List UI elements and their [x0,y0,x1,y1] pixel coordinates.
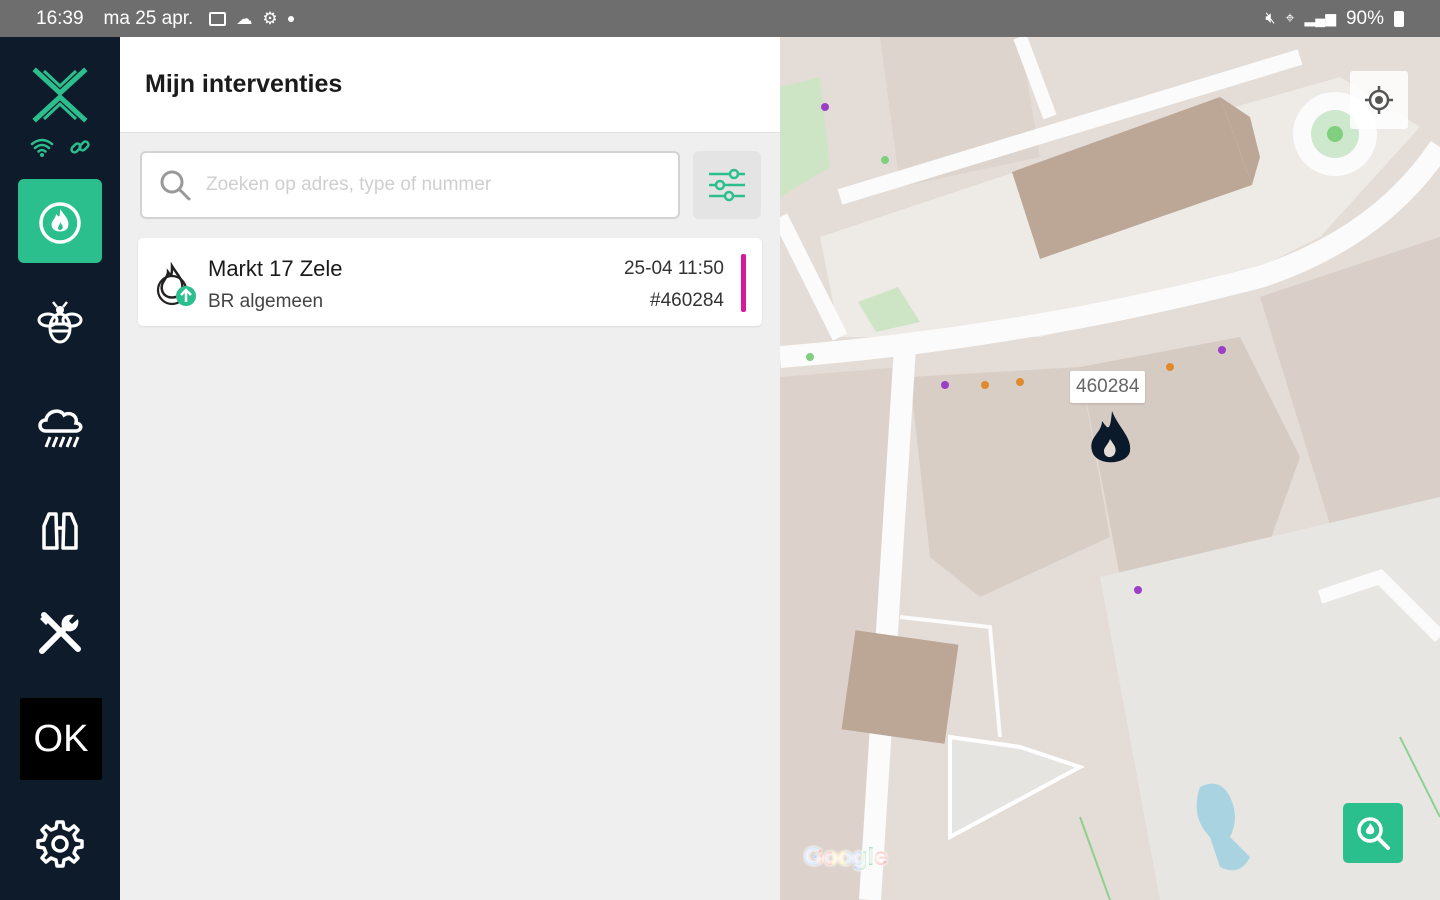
notification-icons: ☁ ⚙ [209,8,294,29]
intervention-type: BR algemeen [208,291,324,312]
fire-incident-icon [156,262,196,306]
binoculars-icon [42,512,78,550]
sidebar-item-bee[interactable] [18,282,102,366]
map-marker-label[interactable]: 460284 [1070,371,1146,403]
sidebar-item-weather[interactable] [18,385,102,469]
intervention-datetime: 25-04 11:50 [623,258,724,279]
cloud-notification-icon: ☁ [236,10,253,28]
intervention-address: Markt 17 Zele [208,256,343,281]
status-bar: 16:39 ma 25 apr. ☁ ⚙ 🔇︎ ⌖ ▂▄▆ 90% [0,0,1440,37]
rain-cloud-icon [38,409,83,448]
more-notifications-icon [287,15,294,22]
wifi-signal-icon: ▂▄▆ [1304,10,1336,26]
intervention-card[interactable]: Markt 17 Zele BR algemeen 25-04 11:50 #4… [138,238,762,326]
mute-icon: 🔇︎ [1265,9,1276,27]
sidebar-item-tools[interactable] [18,591,102,675]
search-row [140,151,762,219]
google-attribution: Google [804,843,888,872]
sidebar-item-settings[interactable] [18,800,102,884]
search-input[interactable] [206,174,666,196]
fire-marker-icon[interactable] [1086,409,1134,471]
intervention-number: #460284 [650,290,724,311]
page-title: Mijn interventies [145,70,343,98]
photo-notification-icon [209,11,227,26]
sidebar: OK [0,37,120,900]
bee-icon [37,301,83,344]
zoom-search-icon [1357,817,1390,850]
location-icon: ⌖ [1285,9,1295,27]
settings-gear-icon [36,820,84,868]
tools-icon [39,612,81,654]
my-location-icon [1365,86,1393,114]
panel-header: Mijn interventies [120,37,780,133]
filter-button[interactable] [693,151,761,219]
sidebar-item-fire[interactable] [18,179,102,263]
fire-icon [39,202,81,244]
my-location-button[interactable] [1350,71,1408,129]
status-date: ma 25 apr. [103,7,194,29]
gear-notification-icon: ⚙ [262,8,278,28]
app-logo-icon [32,67,88,123]
link-connected-icon [70,140,90,154]
ok-button[interactable]: OK [20,698,102,780]
map-view[interactable]: 460284 Google [780,37,1440,900]
search-box[interactable] [140,151,680,219]
wifi-connected-icon [30,138,54,157]
status-time: 16:39 [36,7,84,29]
battery-icon [1394,10,1404,27]
system-icons: 🔇︎ ⌖ ▂▄▆ 90% [1265,8,1404,30]
battery-level: 90% [1345,7,1384,29]
filter-sliders-icon [709,168,745,202]
intervention-status-bar [741,254,746,312]
sidebar-item-binoculars[interactable] [18,488,102,572]
interventions-panel: Mijn interventies Markt 17 Zele [120,37,780,900]
search-icon [160,170,191,201]
zoom-to-intervention-button[interactable] [1343,803,1403,863]
google-logo-text: Google [804,843,888,871]
